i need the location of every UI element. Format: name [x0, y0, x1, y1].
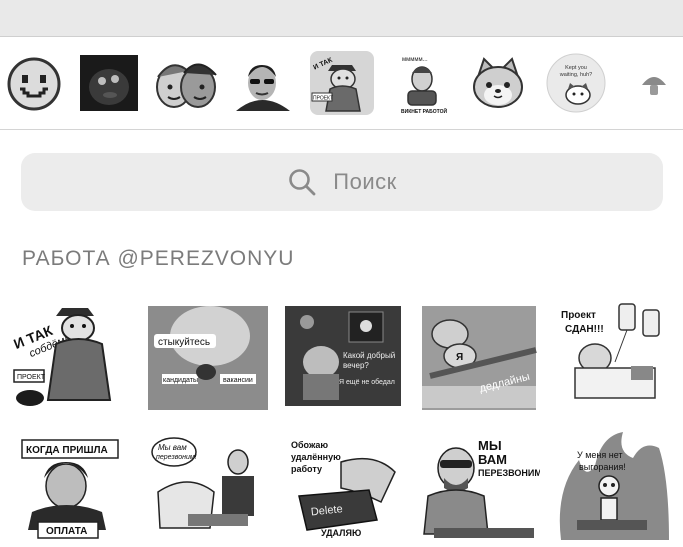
sticker-pack-mushroom[interactable] [622, 51, 683, 115]
skeleton-fire-sticker-image: У меня нет выгорания! [559, 432, 669, 540]
sticker-night-office[interactable]: Какой добрый вечер? Я ещё не обедал [285, 300, 405, 410]
man-sunglasses-icon [236, 65, 290, 111]
top-bar [0, 0, 683, 37]
official-character-icon: И ТАК ПРОЕКТ [311, 56, 361, 112]
mushroom-icon [642, 77, 666, 95]
hospital-sticker-image: Проект СДАН!!! [561, 303, 660, 399]
sticker-text: ПРОЕКТ [17, 374, 46, 381]
sticker-text: У меня нет [577, 450, 623, 460]
sticker-text: Я ещё не обедал [339, 378, 395, 386]
sticker-text: вечер? [343, 361, 369, 370]
office-worker-icon: ммммм... ВИКНЕТ РАБОТОЙ [401, 57, 447, 115]
sticker-pack-office-worker[interactable]: ммммм... ВИКНЕТ РАБОТОЙ [390, 51, 454, 115]
pack-text: ммммм... [402, 57, 428, 63]
sticker-text: ОПЛАТА [46, 526, 87, 537]
sticker-hamster-deadline[interactable]: Я дедлайны [420, 300, 540, 410]
search-content: Поиск [21, 153, 663, 211]
dark-creature-icon [80, 55, 138, 111]
sticker-text: Я [456, 352, 463, 363]
sticker-text: перезвоним! [156, 454, 197, 461]
kept-waiting-cat-icon: Kept you waiting, huh? [546, 53, 606, 113]
sticker-pack-kept-waiting[interactable]: Kept you waiting, huh? [544, 51, 608, 115]
sticker-text: вакансии [223, 377, 253, 384]
sticker-interview[interactable]: Мы вам перезвоним! [148, 432, 268, 542]
sticker-text: СДАН!!! [565, 324, 604, 335]
sticker-text: ВАМ [478, 452, 507, 467]
two-faces-icon [156, 63, 217, 108]
official-sticker-image: И ТАК собдём! ПРОЕКТ [11, 308, 112, 406]
sticker-delete-key[interactable]: Обожаю удалённую работу Delete УДАЛЯЮ [285, 432, 405, 542]
sticker-hospital[interactable]: Проект СДАН!!! [555, 296, 675, 406]
sticker-text: стыкуйтесь [158, 337, 210, 348]
sticker-pack-man[interactable] [230, 51, 294, 115]
pack-text: ПРОЕКТ [313, 96, 333, 102]
sticker-pack-official[interactable]: И ТАК ПРОЕКТ [310, 51, 374, 115]
sticker-set-title: РАБОТА @PEREZVONYU [22, 247, 295, 270]
sticker-text: МЫ [478, 438, 502, 453]
sticker-text: КОГДА ПРИШЛА [26, 445, 108, 456]
sticker-pack-two-faces[interactable] [154, 51, 218, 115]
cat-shake-sticker-image: стыкуйтесь кандидаты вакансии [148, 306, 268, 410]
interview-sticker-image: Мы вам перезвоним! [151, 437, 254, 529]
search-placeholder: Поиск [333, 169, 397, 194]
sticker-text: Какой добрый [343, 351, 395, 360]
sticker-cat-shake[interactable]: стыкуйтесь кандидаты вакансии [148, 300, 268, 410]
sticker-text: УДАЛЯЮ [321, 528, 361, 538]
hamster-dead-sticker-image: Я дедлайны [422, 306, 537, 410]
sticker-text: кандидаты [163, 377, 198, 384]
smiley-pixel-icon [7, 57, 61, 111]
hipster-call-sticker-image: МЫ ВАМ ПЕРЕЗВОНИМ! [423, 438, 540, 538]
woman-cry-sticker-image: КОГДА ПРИШЛА ОПЛАТА [21, 439, 119, 539]
sticker-pack-shiba[interactable] [466, 51, 530, 115]
pack-text: ВИКНЕТ РАБОТОЙ [401, 107, 447, 115]
pack-text: waiting, huh? [559, 72, 592, 78]
sticker-text: Обожаю [291, 440, 328, 450]
sticker-text: Проект [561, 310, 596, 321]
pack-text: Kept you [565, 65, 587, 71]
search-field[interactable]: Поиск [21, 153, 663, 211]
sticker-skeleton-fire[interactable]: У меня нет выгорания! [555, 428, 675, 540]
sticker-text: ПЕРЕЗВОНИМ! [478, 468, 540, 478]
night-office-sticker-image: Какой добрый вечер? Я ещё не обедал [285, 306, 401, 406]
shiba-dog-icon [473, 57, 523, 108]
sticker-woman-cry[interactable]: КОГДА ПРИШЛА ОПЛАТА [8, 432, 128, 542]
delete-key-sticker-image: Обожаю удалённую работу Delete УДАЛЯЮ [291, 440, 396, 538]
sticker-official[interactable]: И ТАК собдём! ПРОЕКТ [8, 300, 128, 410]
sticker-pack-dark-creature[interactable] [78, 51, 142, 115]
search-icon [289, 169, 316, 196]
sticker-pack-smiley[interactable] [2, 51, 66, 115]
sticker-text: выгорания! [579, 462, 626, 472]
sticker-hipster-call[interactable]: МЫ ВАМ ПЕРЕЗВОНИМ! [420, 432, 540, 542]
sticker-text: удалённую [291, 452, 341, 462]
sticker-text: работу [291, 464, 322, 474]
sticker-pack-bar: И ТАК ПРОЕКТ ммммм... ВИКНЕТ РАБОТОЙ Kep… [0, 37, 683, 130]
sticker-text: Мы вам [158, 443, 187, 452]
